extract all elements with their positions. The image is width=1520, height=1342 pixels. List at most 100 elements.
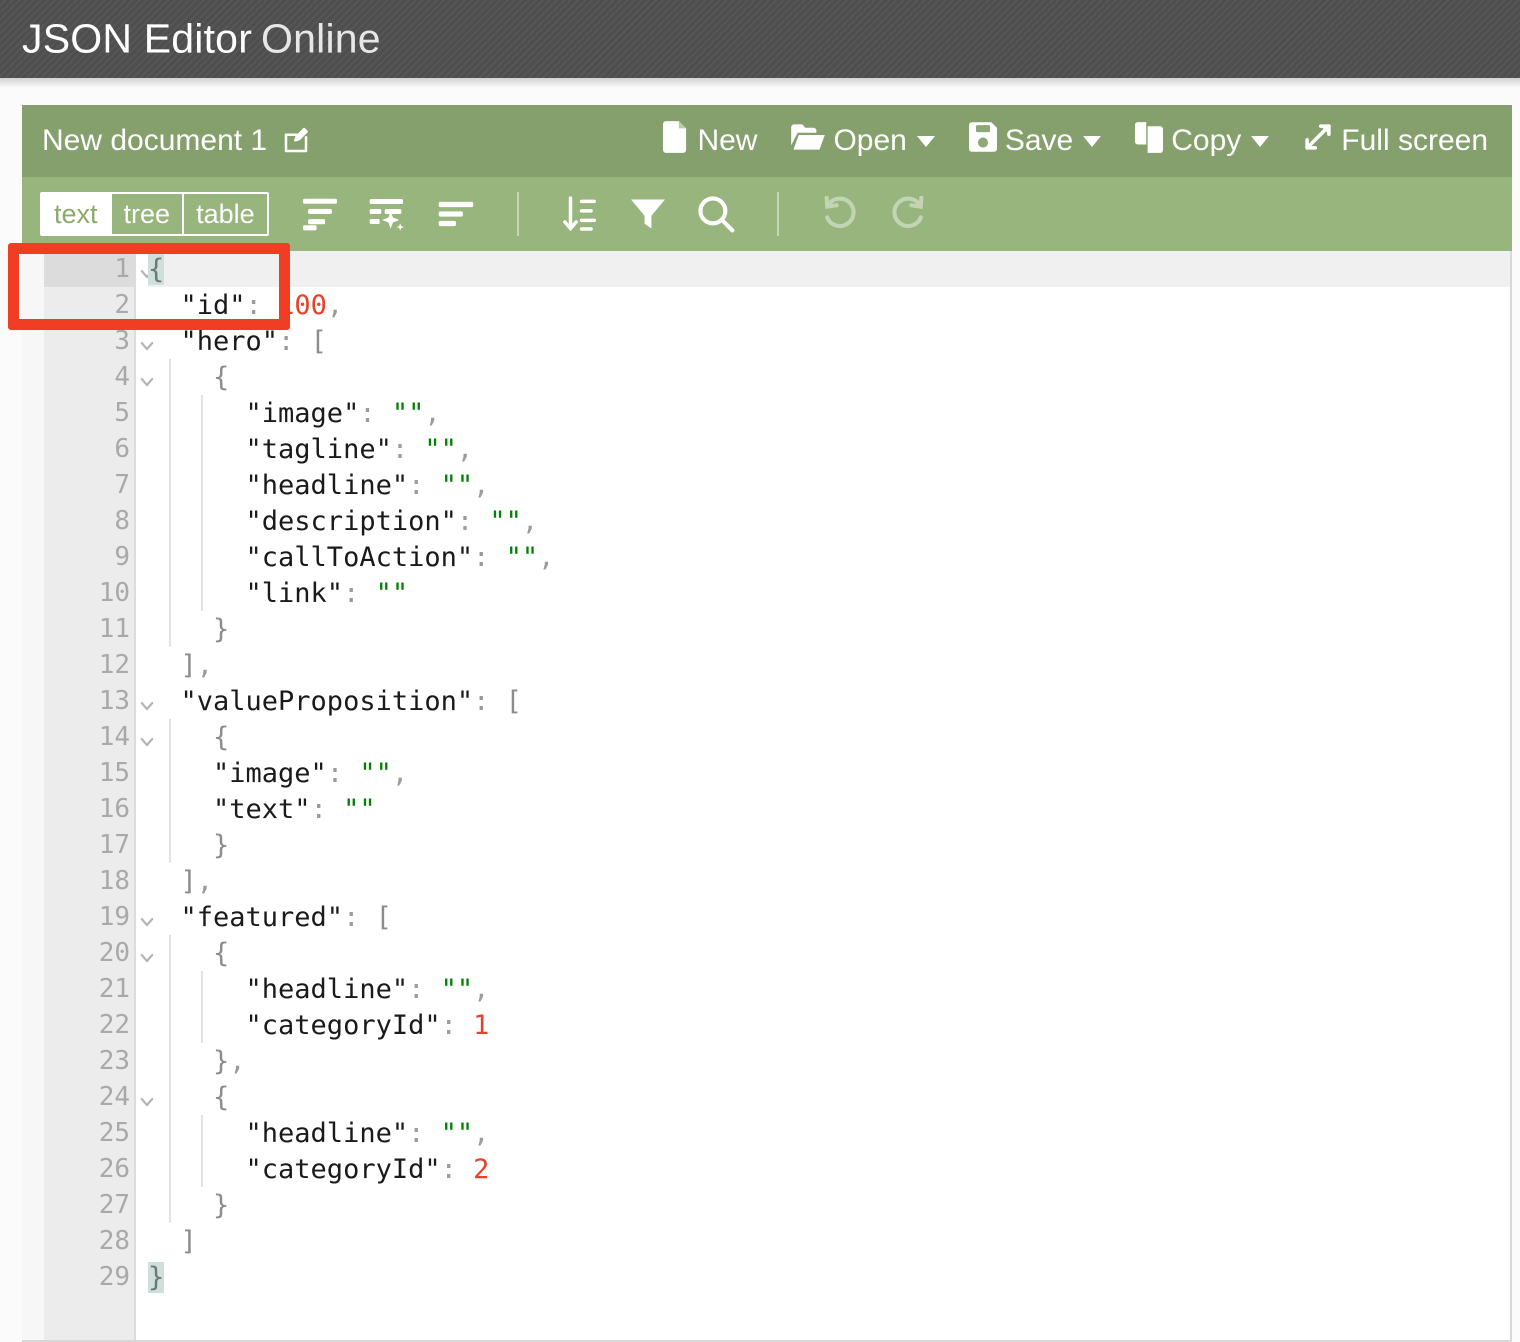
code-line[interactable]: ], [148,863,1510,899]
line-number: 3 [44,323,154,359]
code-line[interactable]: "featured": [ [148,899,1510,935]
folder-open-icon [791,123,826,159]
code-token: , [229,1045,246,1077]
code-token: : [440,1153,474,1185]
line-number: 7 [114,470,130,500]
code-token: 1 [473,1009,490,1041]
code-token: "callToAction" [148,541,474,573]
pencil-square-icon[interactable] [281,126,311,156]
code-line[interactable]: "description": "", [148,503,1510,539]
line-number: 20 [44,935,154,971]
menu-bar: New document 1 New Open Save Copy Full s… [22,105,1512,177]
mode-text-button[interactable]: text [42,194,112,234]
line-number: 15 [98,758,130,788]
code-token: "categoryId" [148,1009,441,1041]
code-line[interactable]: "image": "", [148,755,1510,791]
code-line[interactable]: } [148,1187,1510,1223]
code-line[interactable]: "id": 100, [148,287,1510,323]
code-token: , [424,397,441,429]
code-token: : [245,289,279,321]
new-button[interactable]: New [663,121,757,161]
code-token: [ [375,901,392,933]
code-token: : [310,793,344,825]
code-token: "image" [148,397,360,429]
code-line[interactable]: "valueProposition": [ [148,683,1510,719]
code-token: "" [440,469,474,501]
line-number: 21 [98,974,130,1004]
editor-panel: New document 1 New Open Save Copy Full s… [8,105,1512,1342]
gutter-edge [22,251,44,1340]
line-number: 18 [98,866,130,896]
code-token: , [521,505,539,537]
file-icon [663,121,689,161]
full-screen-button[interactable]: Full screen [1303,122,1488,160]
code-line[interactable]: "link": "" [148,575,1510,611]
code-token: "" [505,541,539,573]
document-title-group[interactable]: New document 1 [42,124,311,158]
redo-icon[interactable] [885,191,931,237]
auto-format-icon[interactable] [365,191,411,237]
line-number: 2 [114,290,130,320]
code-line[interactable]: "hero": [ [148,323,1510,359]
code-line[interactable]: "categoryId": 2 [148,1151,1510,1187]
code-line[interactable]: { [148,359,1510,395]
code-line[interactable]: { [148,251,1510,287]
code-line[interactable]: "headline": "", [148,1115,1510,1151]
code-line[interactable]: } [148,827,1510,863]
mode-table-button[interactable]: table [184,194,267,234]
code-line[interactable]: } [148,1259,1510,1295]
copy-button[interactable]: Copy [1135,121,1270,161]
line-number: 10 [98,578,130,608]
code-line[interactable]: "headline": "", [148,971,1510,1007]
code-token: , [473,1117,490,1149]
code-token: "featured" [148,901,344,933]
code-line[interactable]: { [148,935,1510,971]
code-line[interactable]: { [148,1079,1510,1115]
code-line[interactable]: ], [148,647,1510,683]
line-number: 11 [98,614,130,644]
mode-tree-button[interactable]: tree [112,194,185,234]
code-token: "" [440,973,474,1005]
brand-secondary: Online [261,15,381,62]
code-token: , [326,289,344,321]
toolbar-divider-2 [776,192,779,236]
save-button[interactable]: Save [968,122,1102,160]
search-icon[interactable] [693,191,739,237]
code-content[interactable]: { "id": 100, "hero": [ { "image": "", "t… [136,251,1510,1340]
open-button[interactable]: Open [791,123,935,159]
compact-icon[interactable] [433,191,479,237]
line-number: 12 [98,650,130,680]
code-token: , [196,649,214,681]
code-token: { [148,253,165,285]
code-token: "tagline" [148,433,392,465]
format-icon[interactable] [297,191,343,237]
undo-icon[interactable] [817,191,863,237]
line-number: 17 [98,830,130,860]
code-token: { [148,937,230,969]
code-line[interactable]: "image": "", [148,395,1510,431]
code-line[interactable]: { [148,719,1510,755]
menu-actions: New Open Save Copy Full screen [663,121,1488,161]
code-token: "" [489,505,522,537]
line-number: 28 [98,1226,130,1256]
line-number: 6 [114,434,130,464]
code-line[interactable]: "tagline": "", [148,431,1510,467]
code-line[interactable]: ] [148,1223,1510,1259]
line-number: 23 [98,1046,130,1076]
copy-button-label: Copy [1171,124,1242,157]
code-token: } [148,829,230,861]
code-line[interactable]: "text": "" [148,791,1510,827]
sort-icon[interactable] [557,191,603,237]
code-token: { [148,721,230,753]
code-line[interactable]: }, [148,1043,1510,1079]
code-token: } [148,613,230,645]
code-line[interactable]: "categoryId": 1 [148,1007,1510,1043]
filter-icon[interactable] [625,191,671,237]
code-line[interactable]: "headline": "", [148,467,1510,503]
code-token: "headline" [148,1117,409,1149]
code-editor[interactable]: 1 2 3 4 5 6 7 8 9 10 11 12 13 14 15 16 17 18 19 20 21 22 23 24 2… [22,251,1512,1342]
code-token: [ [505,685,522,717]
code-token: "" [375,577,409,609]
code-line[interactable]: } [148,611,1510,647]
code-line[interactable]: "callToAction": "", [148,539,1510,575]
